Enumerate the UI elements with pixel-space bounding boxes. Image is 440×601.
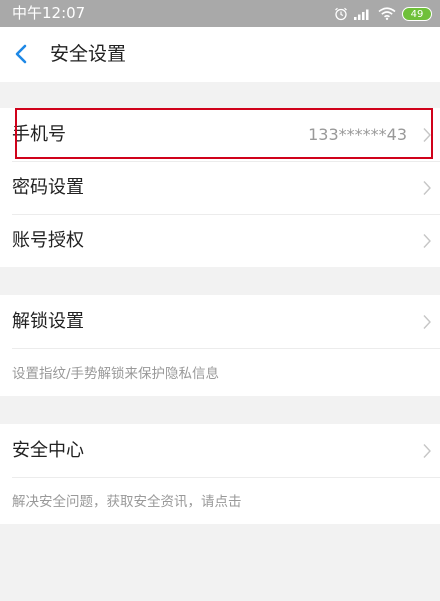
phone-number-label: 手机号 (12, 124, 66, 145)
status-icons: 49 (334, 0, 432, 27)
password-settings-row[interactable]: 密码设置 (0, 161, 440, 214)
battery-icon: 49 (402, 6, 432, 21)
status-time: 中午12:07 (12, 4, 86, 22)
account-authorization-row[interactable]: 账号授权 (0, 214, 440, 267)
unlock-section: 解锁设置 设置指纹/手势解锁来保护隐私信息 (0, 295, 440, 396)
security-center-section: 安全中心 解决安全问题，获取安全资讯，请点击 (0, 424, 440, 524)
unlock-settings-row[interactable]: 解锁设置 (0, 295, 440, 348)
wifi-icon (378, 7, 396, 20)
chevron-right-icon (423, 234, 431, 248)
unlock-settings-hint: 设置指纹/手势解锁来保护隐私信息 (12, 366, 220, 382)
chevron-right-icon (423, 128, 431, 142)
divider (12, 477, 440, 478)
security-center-hint: 解决安全问题，获取安全资讯，请点击 (12, 494, 242, 510)
title-bar: 安全设置 (0, 27, 440, 82)
password-settings-label: 密码设置 (12, 177, 84, 198)
alarm-icon (335, 7, 347, 20)
page-title: 安全设置 (50, 43, 127, 65)
account-section: 手机号 133******43 密码设置 账号授权 (0, 108, 440, 267)
account-authorization-label: 账号授权 (12, 230, 84, 251)
divider (12, 348, 440, 349)
chevron-right-icon (423, 181, 431, 195)
signal-icon (354, 9, 369, 20)
unlock-settings-label: 解锁设置 (12, 311, 84, 332)
chevron-right-icon (423, 315, 431, 329)
security-center-label: 安全中心 (12, 440, 84, 461)
status-bar: 中午12:07 49 (0, 0, 440, 27)
phone-number-row[interactable]: 手机号 133******43 (0, 108, 440, 161)
phone-number-value: 133******43 (308, 125, 407, 144)
security-center-row[interactable]: 安全中心 (0, 424, 440, 477)
back-arrow-icon[interactable] (12, 43, 32, 65)
chevron-right-icon (423, 444, 431, 458)
